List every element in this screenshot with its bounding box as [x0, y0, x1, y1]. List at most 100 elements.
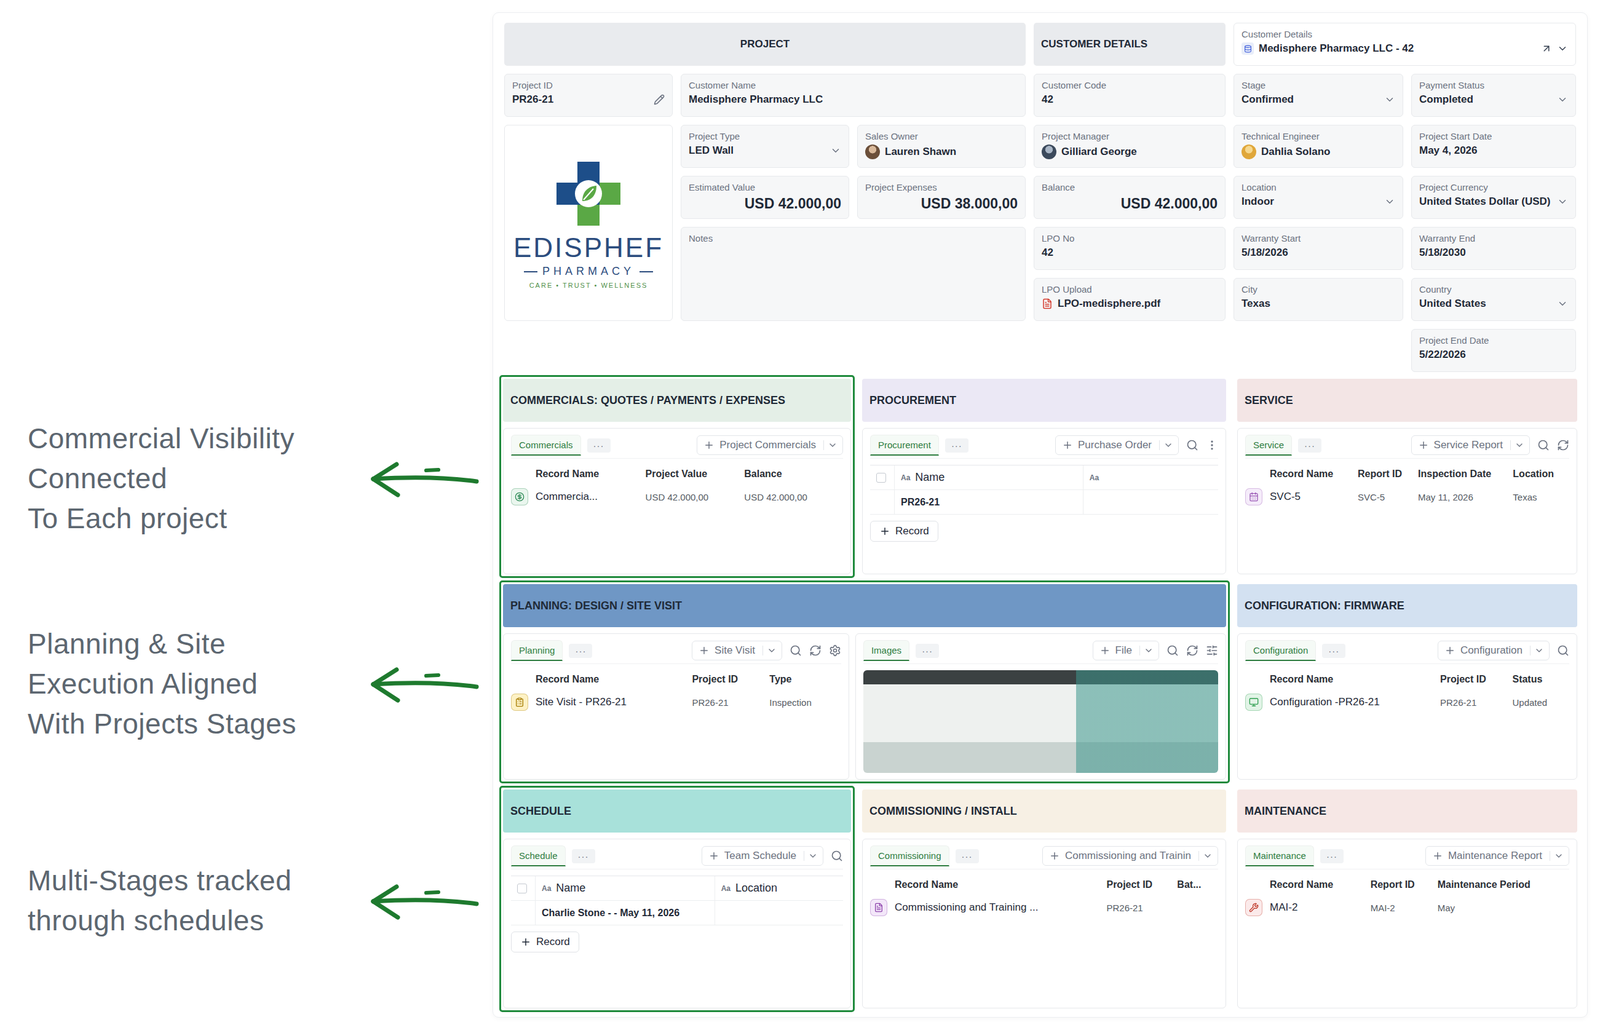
form-field[interactable]: LPO UploadLPO-medisphere.pdf: [1033, 277, 1226, 321]
grid-column-header[interactable]: AaName: [894, 465, 1084, 490]
more-button[interactable]: ···: [1320, 849, 1344, 864]
select-all-checkbox[interactable]: [876, 472, 887, 483]
chevron-down-icon[interactable]: [1556, 94, 1569, 106]
column-header[interactable]: Location: [1512, 464, 1570, 484]
table-row[interactable]: Commercia...USD 42.000,00USD 42.000,00: [510, 483, 844, 511]
column-header[interactable]: Record Name: [510, 670, 692, 689]
form-field[interactable]: CountryUnited States: [1411, 277, 1577, 321]
chevron-down-icon[interactable]: [827, 440, 838, 451]
chevron-down-icon[interactable]: [1163, 440, 1174, 451]
column-header[interactable]: Record Name: [510, 464, 646, 484]
card-tab[interactable]: Commercials: [510, 434, 582, 456]
card-tab[interactable]: Maintenance: [1245, 845, 1315, 867]
form-field[interactable]: Project TypeLED Wall: [680, 124, 850, 168]
chevron-down-icon[interactable]: [1556, 196, 1569, 208]
card-tab[interactable]: Planning: [510, 640, 563, 662]
record-name[interactable]: Commercia...: [535, 490, 598, 503]
add-record-button[interactable]: Record: [510, 931, 580, 953]
search-icon[interactable]: [789, 644, 802, 657]
search-icon[interactable]: [1166, 644, 1179, 657]
grid-cell[interactable]: PR26-21: [894, 490, 1084, 515]
form-field[interactable]: Estimated ValueUSD 42.000,00: [680, 175, 850, 219]
chevron-down-icon[interactable]: [766, 645, 777, 656]
column-header[interactable]: Inspection Date: [1417, 464, 1513, 484]
notes-field[interactable]: Notes: [680, 226, 1026, 321]
field-value[interactable]: LPO-medisphere.pdf: [1057, 297, 1161, 310]
open-link-icon[interactable]: [1540, 43, 1553, 55]
column-header[interactable]: Project Value: [645, 464, 745, 484]
card-tab[interactable]: Procurement: [870, 434, 939, 456]
card-tab[interactable]: Images: [863, 640, 910, 662]
add-record-button[interactable]: Record: [870, 520, 939, 542]
column-header[interactable]: Report ID: [1357, 464, 1418, 484]
form-field[interactable]: Project Start DateMay 4, 2026: [1411, 124, 1577, 168]
add-button[interactable]: File: [1092, 640, 1160, 661]
more-vertical-icon[interactable]: [1205, 439, 1219, 452]
grid-cell[interactable]: [1083, 490, 1219, 515]
form-field[interactable]: Project IDPR26-21: [504, 73, 673, 117]
refresh-icon[interactable]: [1186, 644, 1199, 657]
filter-icon[interactable]: [1205, 644, 1219, 657]
add-button[interactable]: Maintenance Report: [1425, 846, 1570, 866]
add-button[interactable]: Commissioning and Trainin: [1042, 846, 1219, 866]
add-button[interactable]: Service Report: [1411, 435, 1530, 456]
chevron-down-icon[interactable]: [1514, 440, 1525, 451]
add-button[interactable]: Site Visit: [691, 640, 783, 661]
form-field[interactable]: Project ExpensesUSD 38.000,00: [857, 175, 1026, 219]
form-field[interactable]: Warranty Start5/18/2026: [1233, 226, 1404, 270]
form-field[interactable]: CityTexas: [1233, 277, 1404, 321]
settings-icon[interactable]: [828, 644, 842, 657]
table-row[interactable]: MAI-2MAI-2May: [1245, 894, 1570, 922]
grid-column-header[interactable]: Aa: [1083, 465, 1219, 490]
column-header[interactable]: Balance: [744, 464, 844, 484]
column-header[interactable]: Record Name: [1245, 875, 1371, 895]
card-tab[interactable]: Service: [1245, 434, 1292, 456]
more-button[interactable]: ···: [945, 438, 969, 453]
chevron-down-icon[interactable]: [830, 145, 842, 157]
more-button[interactable]: ···: [955, 849, 979, 864]
column-header[interactable]: Record Name: [870, 875, 1107, 895]
grid-cell[interactable]: [715, 900, 844, 925]
card-tab[interactable]: Configuration: [1245, 640, 1316, 662]
chevron-down-icon[interactable]: [1384, 196, 1396, 208]
more-button[interactable]: ···: [1298, 438, 1322, 453]
form-field[interactable]: Project End Date5/22/2026: [1411, 328, 1577, 373]
image-thumbnail[interactable]: [863, 670, 1219, 773]
grid-column-header[interactable]: AaLocation: [715, 876, 844, 901]
form-field[interactable]: Customer Code42: [1033, 73, 1226, 117]
form-field[interactable]: Technical EngineerDahlia Solano: [1233, 124, 1404, 168]
search-icon[interactable]: [1186, 439, 1199, 452]
table-row[interactable]: Site Visit - PR26-21PR26-21Inspection: [510, 688, 842, 716]
more-button[interactable]: ···: [568, 643, 593, 658]
table-row[interactable]: Configuration -PR26-21PR26-21Updated: [1245, 688, 1570, 716]
pencil-icon[interactable]: [653, 94, 665, 106]
chevron-down-icon[interactable]: [1143, 645, 1154, 656]
chevron-down-icon[interactable]: [1553, 851, 1564, 861]
record-name[interactable]: Configuration -PR26-21: [1269, 696, 1380, 709]
form-field[interactable]: Sales OwnerLauren Shawn: [857, 124, 1026, 168]
column-header[interactable]: Bat...: [1176, 875, 1219, 895]
record-name[interactable]: SVC-5: [1269, 490, 1301, 503]
column-header[interactable]: Type: [769, 670, 842, 689]
select-all-checkbox[interactable]: [517, 883, 527, 894]
more-button[interactable]: ···: [571, 849, 596, 864]
more-button[interactable]: ···: [915, 643, 939, 658]
chevron-down-icon[interactable]: [1556, 298, 1569, 310]
column-header[interactable]: Report ID: [1370, 875, 1438, 895]
form-field[interactable]: BalanceUSD 42.000,00: [1033, 175, 1226, 219]
more-button[interactable]: ···: [587, 438, 611, 453]
chevron-down-icon[interactable]: [1534, 645, 1545, 656]
record-name[interactable]: MAI-2: [1269, 901, 1298, 914]
refresh-icon[interactable]: [1556, 439, 1570, 452]
form-field[interactable]: Payment StatusCompleted: [1411, 73, 1577, 117]
column-header[interactable]: Project ID: [1440, 670, 1513, 689]
grid-column-header[interactable]: AaName: [535, 876, 716, 901]
form-field[interactable]: Project ManagerGilliard George: [1033, 124, 1226, 168]
add-button[interactable]: Purchase Order: [1055, 435, 1179, 456]
column-header[interactable]: Project ID: [1106, 875, 1177, 895]
column-header[interactable]: Record Name: [1245, 464, 1358, 484]
record-name[interactable]: Site Visit - PR26-21: [535, 696, 627, 709]
column-header[interactable]: Record Name: [1245, 670, 1441, 689]
record-name[interactable]: Commissioning and Training ...: [894, 901, 1038, 914]
chevron-down-icon[interactable]: [1556, 43, 1569, 55]
